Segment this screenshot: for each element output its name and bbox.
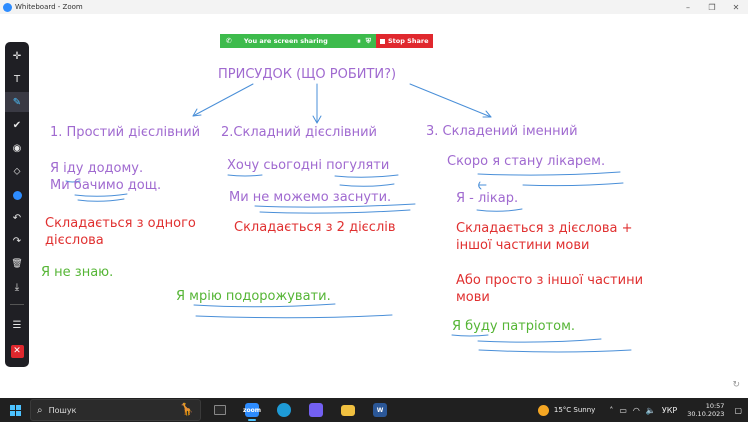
clock-time: 10:57 — [705, 401, 725, 410]
task-view-glyph — [214, 405, 226, 415]
refresh-icon[interactable]: ↻ — [732, 380, 740, 390]
underline-pohuliaty — [334, 174, 399, 178]
col2-rule: Складається з 2 дієслів — [234, 220, 396, 235]
col2-example-1: Хочу сьогодні погуляти — [227, 158, 390, 173]
edge-app-icon[interactable] — [271, 398, 297, 422]
windows-logo-icon — [9, 404, 21, 416]
col1-rule-line2: дієслова — [45, 233, 104, 248]
clock[interactable]: 10:57 30.10.2023 — [687, 402, 724, 418]
col3-example-1: Скоро я стану лікарем. — [447, 154, 606, 169]
windows-taskbar: ⌕ Пошук 🦒 zoom W 15°C Sunny ˄ ▭ ◠ 🔈 УКР … — [0, 398, 748, 422]
scribble-e — [478, 181, 487, 190]
col1-rule-line1: Складається з одного — [45, 216, 196, 231]
explorer-app-icon[interactable] — [335, 398, 361, 422]
arrow-right — [409, 83, 492, 118]
arrow-left — [192, 83, 254, 117]
notification-icon[interactable]: ▢ — [734, 406, 742, 415]
underline-mozhemo-2 — [259, 209, 411, 214]
col2-title: 2.Складний дієслівний — [221, 125, 377, 140]
edge-glyph — [277, 403, 291, 417]
col3-rule-line1: Складається з дієслова + — [456, 221, 633, 236]
word-app-label: W — [373, 403, 387, 417]
sun-icon — [537, 404, 549, 416]
col3-green-example: Я буду патріотом. — [452, 319, 576, 334]
language-indicator[interactable]: УКР — [662, 406, 677, 415]
underline-pohuliaty-2 — [339, 183, 395, 187]
col1-example-2: Ми бачимо дощ. — [50, 178, 162, 193]
viber-glyph — [309, 403, 323, 417]
underline-khochu — [227, 174, 263, 177]
underline-stanu — [477, 171, 621, 176]
board-heading: ПРИСУДОК (ЩО РОБИТИ?) — [218, 67, 397, 82]
underline-likar — [476, 208, 523, 212]
col3-example-2: Я - лікар. — [456, 191, 519, 206]
explorer-glyph — [341, 404, 355, 416]
battery-icon[interactable]: ▭ — [619, 406, 627, 415]
wifi-icon[interactable]: ◠ — [633, 406, 640, 415]
col3-alt-line2: мови — [456, 290, 490, 305]
system-tray: 15°C Sunny ˄ ▭ ◠ 🔈 УКР 10:57 30.10.2023 … — [537, 398, 748, 422]
weather-text: 15°C Sunny — [553, 406, 596, 414]
weather-widget[interactable]: 15°C Sunny — [537, 404, 596, 416]
underline-mriiu-2 — [195, 314, 393, 319]
search-highlight-icon: 🦒 — [179, 402, 194, 416]
volume-icon[interactable]: 🔈 — [646, 406, 656, 415]
clock-date: 30.10.2023 — [687, 410, 725, 418]
col2-green-example: Я мрію подорожувати. — [176, 289, 331, 304]
search-placeholder: Пошук — [48, 405, 77, 415]
col1-green-example: Я не знаю. — [41, 265, 114, 280]
viber-app-icon[interactable] — [303, 398, 329, 422]
underline-bachymo-2 — [77, 198, 125, 202]
taskbar-search[interactable]: ⌕ Пошук 🦒 — [30, 399, 201, 421]
word-app-icon[interactable]: W — [367, 398, 393, 422]
col3-rule-line2: іншої частини мови — [456, 238, 590, 253]
underline-stanu-2 — [522, 182, 624, 187]
underline-patriotom — [477, 338, 602, 343]
underline-bachymo — [74, 193, 128, 197]
col1-title: 1. Простий дієслівний — [50, 125, 201, 140]
zoom-app-label: zoom — [243, 403, 261, 417]
zoom-app-icon[interactable]: zoom — [239, 398, 265, 422]
underline-ia — [451, 334, 489, 337]
underline-patriotom-2 — [478, 349, 632, 353]
col3-alt-line1: Або просто з іншої частини — [456, 273, 644, 288]
task-view-icon[interactable] — [207, 398, 233, 422]
col3-title: 3. Складений іменний — [426, 124, 578, 139]
start-button[interactable] — [0, 398, 30, 422]
col2-example-2: Ми не можемо заснути. — [229, 190, 392, 205]
chevron-up-icon[interactable]: ˄ — [609, 406, 613, 415]
search-icon: ⌕ — [37, 404, 43, 416]
col1-example-1: Я іду додому. — [50, 161, 144, 176]
